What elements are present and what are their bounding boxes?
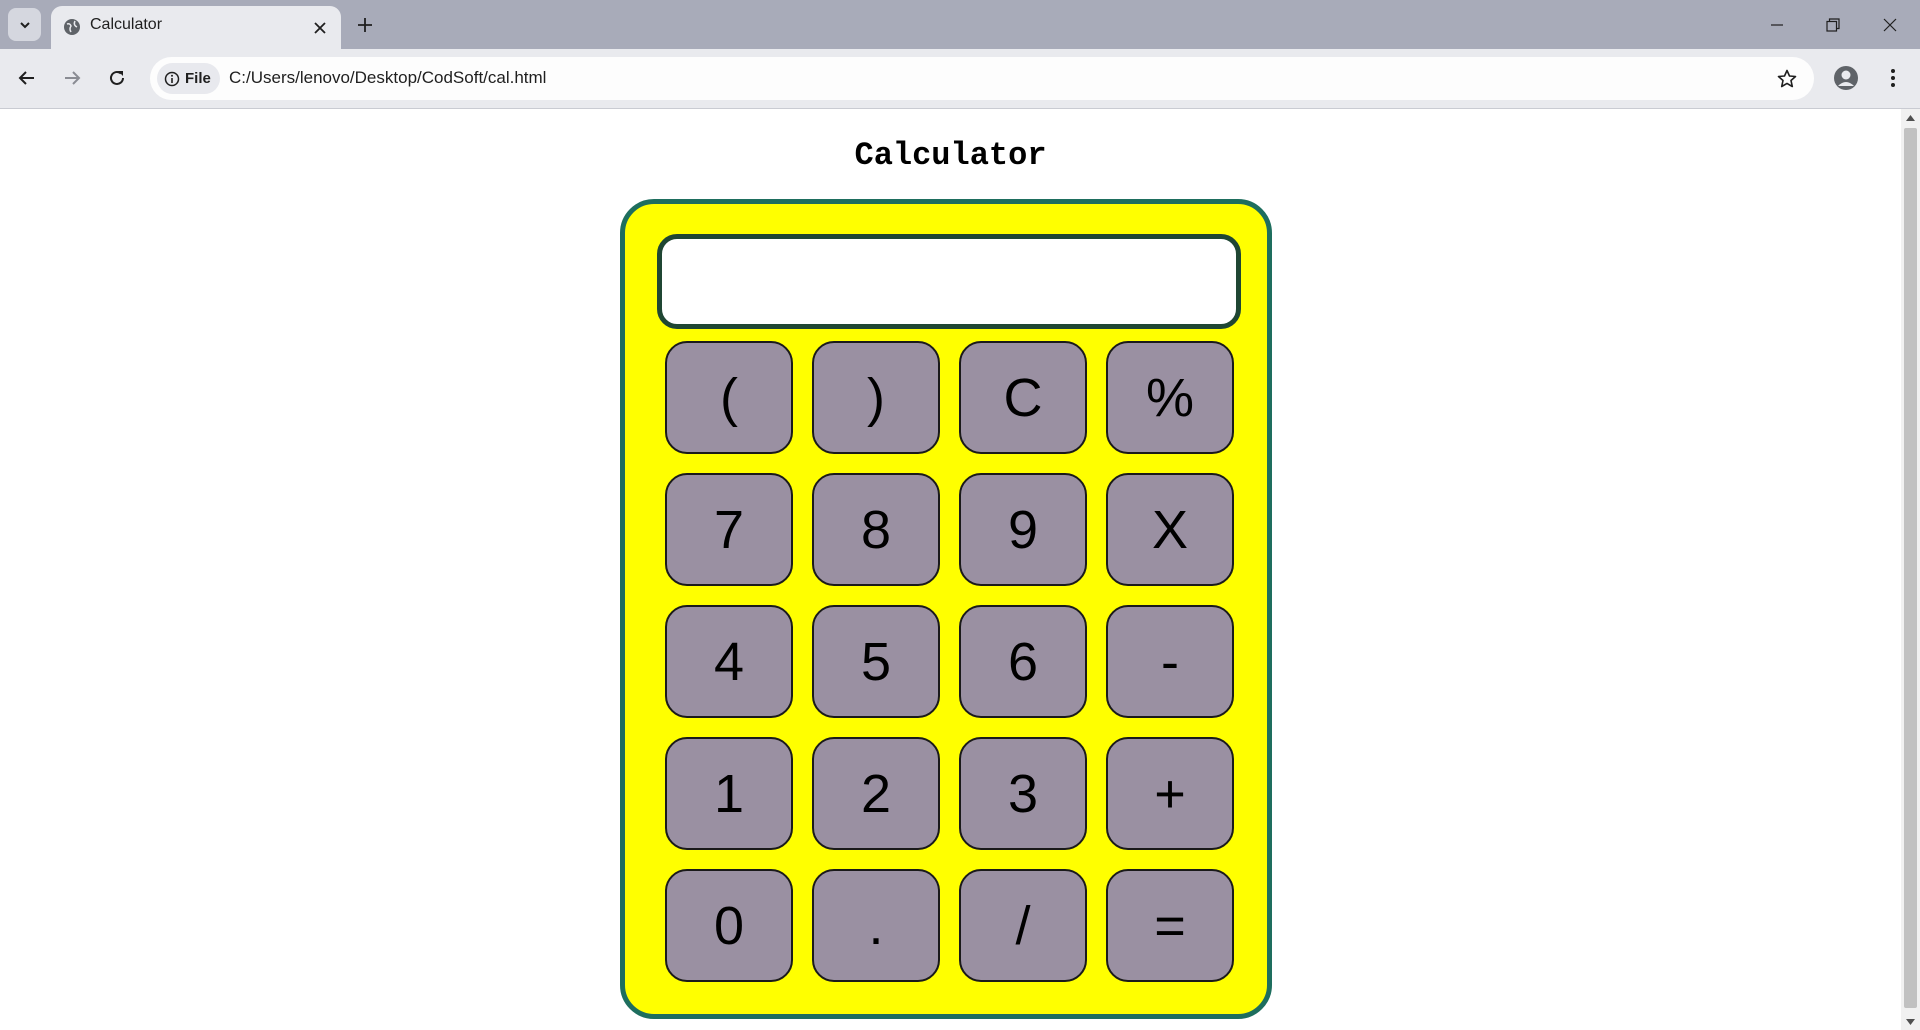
key-close-paren[interactable]: ) <box>812 341 940 454</box>
profile-button[interactable] <box>1830 62 1862 94</box>
key-0[interactable]: 0 <box>665 869 793 982</box>
key-percent[interactable]: % <box>1106 341 1234 454</box>
minimize-icon <box>1771 23 1783 26</box>
key-4[interactable]: 4 <box>665 605 793 718</box>
close-icon <box>1883 18 1897 31</box>
key-subtract[interactable]: - <box>1106 605 1234 718</box>
info-icon <box>164 71 180 86</box>
key-6[interactable]: 6 <box>959 605 1087 718</box>
browser-menu-button[interactable] <box>1877 62 1909 94</box>
plus-icon <box>358 18 372 32</box>
tab-bar: Calculator <box>0 0 1920 49</box>
address-bar[interactable]: File C:/Users/lenovo/Desktop/CodSoft/cal… <box>150 57 1814 100</box>
key-add[interactable]: + <box>1106 737 1234 850</box>
arrow-left-icon <box>18 71 34 85</box>
key-1[interactable]: 1 <box>665 737 793 850</box>
calculator: ( ) C % 7 8 9 X 4 5 6 - 1 2 3 + 0 . / = <box>620 199 1272 1019</box>
url-text[interactable]: C:/Users/lenovo/Desktop/CodSoft/cal.html <box>229 68 546 88</box>
arrow-right-icon <box>65 71 81 85</box>
close-window-button[interactable] <box>1862 0 1918 49</box>
restore-button[interactable] <box>1805 0 1861 49</box>
tab-calculator[interactable]: Calculator <box>51 6 341 49</box>
page-title: Calculator <box>854 137 1047 174</box>
tab-list-button[interactable] <box>8 8 41 41</box>
vertical-scrollbar[interactable] <box>1901 109 1920 1030</box>
globe-icon <box>64 19 80 35</box>
forward-button[interactable] <box>55 61 89 95</box>
key-2[interactable]: 2 <box>812 737 940 850</box>
chevron-down-icon <box>19 21 30 28</box>
triangle-up-icon <box>1906 114 1915 121</box>
key-5[interactable]: 5 <box>812 605 940 718</box>
key-8[interactable]: 8 <box>812 473 940 586</box>
key-divide[interactable]: / <box>959 869 1087 982</box>
key-open-paren[interactable]: ( <box>665 341 793 454</box>
key-7[interactable]: 7 <box>665 473 793 586</box>
reload-icon <box>110 70 124 85</box>
reload-button[interactable] <box>100 61 134 95</box>
kebab-menu-icon <box>1891 69 1895 87</box>
key-equals[interactable]: = <box>1106 869 1234 982</box>
browser-toolbar: File C:/Users/lenovo/Desktop/CodSoft/cal… <box>0 49 1920 109</box>
key-3[interactable]: 3 <box>959 737 1087 850</box>
calculator-keypad: ( ) C % 7 8 9 X 4 5 6 - 1 2 3 + 0 . / = <box>665 341 1234 982</box>
key-9[interactable]: 9 <box>959 473 1087 586</box>
scrollbar-thumb[interactable] <box>1904 128 1917 1008</box>
minimize-button[interactable] <box>1749 0 1805 49</box>
key-decimal[interactable]: . <box>812 869 940 982</box>
key-multiply[interactable]: X <box>1106 473 1234 586</box>
profile-icon <box>1834 66 1858 90</box>
tab-title: Calculator <box>90 16 163 33</box>
bookmark-button[interactable] <box>1772 64 1802 94</box>
tab-close-button[interactable] <box>309 17 331 39</box>
triangle-down-icon <box>1906 1018 1915 1025</box>
scroll-up-button[interactable] <box>1901 109 1920 126</box>
page-viewport: Calculator ( ) C % 7 8 9 X 4 5 6 - 1 2 3… <box>0 109 1901 1030</box>
calculator-display[interactable] <box>657 234 1241 329</box>
back-button[interactable] <box>10 61 44 95</box>
site-chip-label: File <box>185 70 211 87</box>
site-info-chip[interactable]: File <box>157 63 220 94</box>
scroll-down-button[interactable] <box>1901 1013 1920 1030</box>
star-icon <box>1777 69 1797 88</box>
close-icon <box>314 22 326 34</box>
key-clear[interactable]: C <box>959 341 1087 454</box>
restore-icon <box>1826 17 1840 32</box>
new-tab-button[interactable] <box>351 11 379 39</box>
